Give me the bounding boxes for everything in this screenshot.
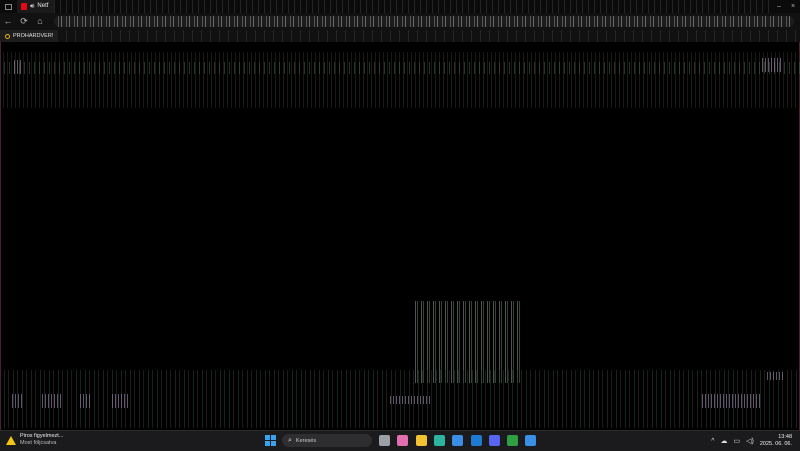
glitched-glyph-cluster xyxy=(40,394,62,408)
minimize-button[interactable]: – xyxy=(772,3,786,10)
speaker-icon[interactable]: 🔊︎ xyxy=(30,0,34,13)
glitched-glyph-cluster xyxy=(700,394,760,408)
outlook-icon[interactable] xyxy=(470,435,482,446)
home-button[interactable]: ⌂ xyxy=(32,13,48,30)
bookmarks-bar: PROHARDVER! xyxy=(0,30,800,42)
bookmark-label: PROHARDVER! xyxy=(13,33,54,39)
browser-tabstrip: 🔊︎ Netf – × xyxy=(0,0,800,13)
onedrive-icon[interactable]: ☁ xyxy=(721,437,728,445)
volume-icon[interactable]: ◁) xyxy=(746,437,754,445)
clock[interactable]: 13:48 2025. 06. 06. xyxy=(760,434,792,448)
glitched-glyph-cluster xyxy=(78,394,92,408)
glitched-glyph-cluster xyxy=(765,372,785,380)
tab-actions-icon[interactable] xyxy=(5,3,12,10)
clock-time: 13:48 xyxy=(778,434,792,440)
start-button[interactable] xyxy=(265,435,276,446)
glitched-bookmark-row xyxy=(58,30,800,42)
store-icon[interactable] xyxy=(452,435,464,446)
windows-taskbar: Piros figyelmezt... Most följcsatva ⌕ Ke… xyxy=(0,430,800,451)
weather-alert-subtitle: Most följcsatva xyxy=(20,440,57,446)
discord-icon[interactable] xyxy=(488,435,500,446)
reload-button[interactable]: ⟳ xyxy=(16,13,32,30)
xbox-icon[interactable] xyxy=(507,435,519,446)
netflix-favicon-icon xyxy=(21,3,27,10)
display-icon[interactable]: ▭ xyxy=(734,437,741,445)
back-button[interactable]: ← xyxy=(0,13,16,30)
taskbar-search[interactable]: ⌕ Keresés xyxy=(282,434,372,447)
system-tray: ^ ☁ ▭ ◁) 13:48 2025. 06. 06. xyxy=(711,434,792,448)
glitched-glyph-cluster xyxy=(110,394,130,408)
glitched-tab-row xyxy=(55,0,772,13)
browser-navbar: ← ⟳ ⌂ xyxy=(0,13,800,30)
search-icon: ⌕ xyxy=(288,436,292,444)
glitched-header-band xyxy=(0,52,800,108)
task-view-icon[interactable] xyxy=(379,435,390,446)
copilot-icon[interactable] xyxy=(397,435,409,446)
weather-alert-title: Piros figyelmezt... xyxy=(20,433,64,439)
bookmark-prohardver[interactable]: PROHARDVER! xyxy=(0,30,59,42)
bookmark-favicon-icon xyxy=(5,33,10,39)
glitched-glyph-cluster xyxy=(388,396,430,404)
page-viewport[interactable] xyxy=(0,42,800,430)
search-label: Keresés xyxy=(295,437,317,444)
glitched-profile-icon xyxy=(760,58,782,72)
glitched-logo xyxy=(12,60,22,74)
address-bar[interactable] xyxy=(54,16,794,27)
windows-logo-icon xyxy=(265,435,270,440)
clock-date: 2025. 06. 06. xyxy=(759,441,792,447)
weather-widget[interactable]: Piros figyelmezt... Most följcsatva xyxy=(6,433,63,447)
tab-netflix[interactable]: 🔊︎ Netf xyxy=(17,0,56,13)
file-explorer-icon[interactable] xyxy=(415,435,427,446)
media-player-icon[interactable] xyxy=(525,435,537,446)
tab-title: Netf xyxy=(37,3,49,9)
tray-chevron-icon[interactable]: ^ xyxy=(711,438,714,445)
glitched-glyph-cluster xyxy=(10,394,24,408)
edge-icon[interactable] xyxy=(433,435,445,446)
close-button[interactable]: × xyxy=(786,3,800,10)
glitched-header-glyphs xyxy=(0,62,800,74)
warning-icon xyxy=(6,435,16,445)
